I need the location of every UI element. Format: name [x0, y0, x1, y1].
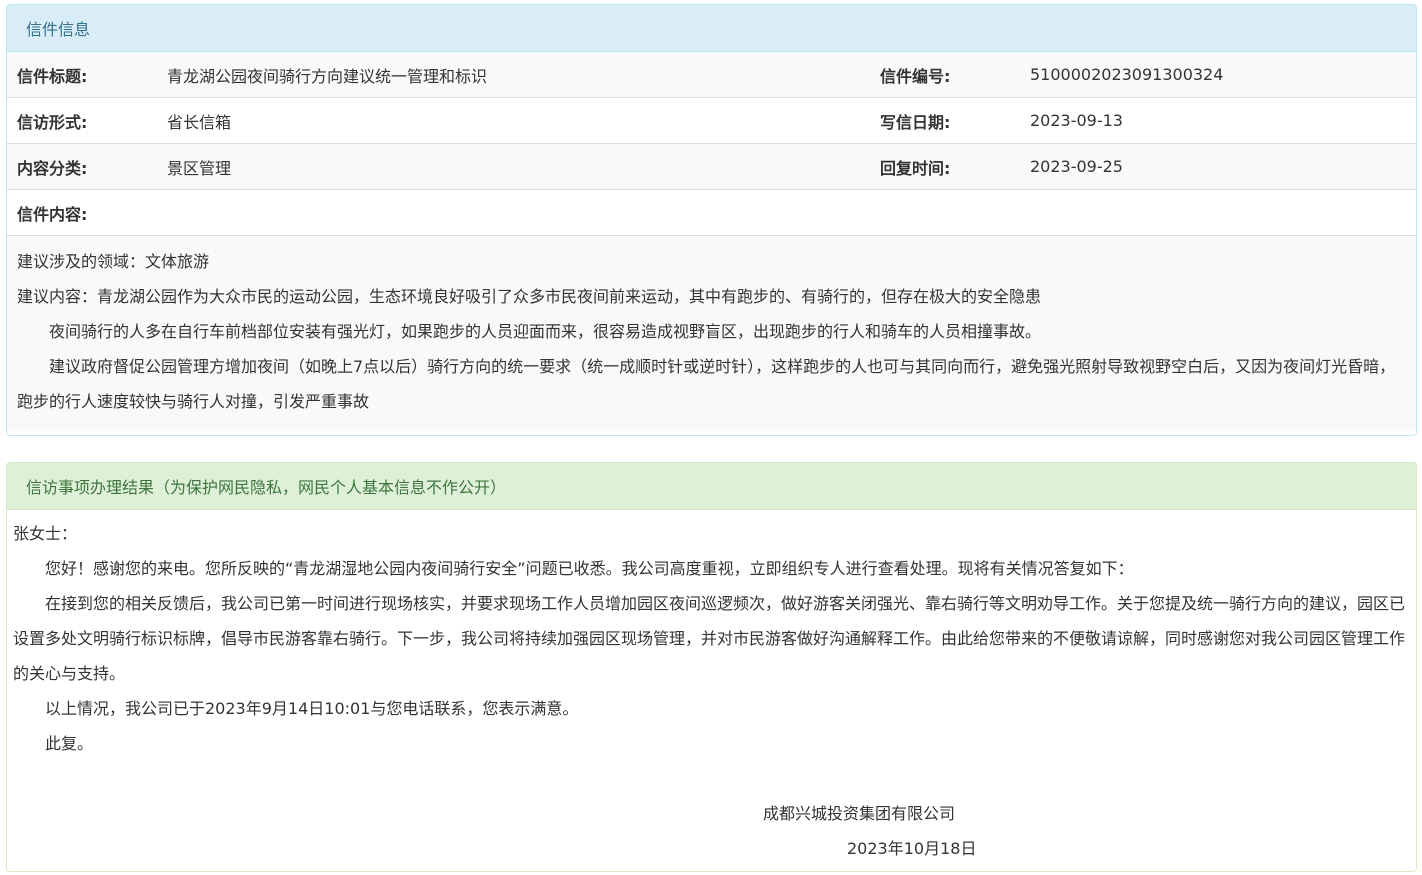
- reply-greeting: 张女士：: [13, 524, 78, 543]
- letter-number-value: 5100002023091300324: [1030, 65, 1224, 84]
- reply-paragraph: 在接到您的相关反馈后，我公司已第一时间进行现场核实，并要求现场工作人员增加园区夜…: [13, 594, 1406, 683]
- letter-info-heading: 信件信息: [7, 5, 1416, 52]
- letter-number-label: 信件编号:: [880, 66, 951, 86]
- reply-paragraph: 您好！感谢您的来电。您所反映的“青龙湖湿地公园内夜间骑行安全”问题已收悉。我公司…: [45, 559, 1134, 578]
- letter-form-row: 信访形式: 省长信箱 写信日期: 2023-09-13: [7, 98, 1416, 144]
- letter-form-label: 信访形式:: [17, 112, 88, 132]
- letter-title-value: 青龙湖公园夜间骑行方向建议统一管理和标识: [167, 66, 488, 86]
- letter-content-label: 信件内容:: [17, 204, 88, 224]
- result-panel: 信访事项办理结果（为保护网民隐私，网民个人基本信息不作公开） 张女士： 您好！感…: [6, 462, 1417, 872]
- content-paragraph: 夜间骑行的人多在自行车前档部位安装有强光灯，如果跑步的人员迎面而来，很容易造成视…: [49, 322, 1042, 341]
- category-label: 内容分类:: [17, 158, 88, 178]
- reply-time-label: 回复时间:: [880, 158, 951, 178]
- reply-time-value: 2023-09-25: [1030, 157, 1123, 176]
- result-body: 张女士： 您好！感谢您的来电。您所反映的“青龙湖湿地公园内夜间骑行安全”问题已收…: [7, 510, 1416, 866]
- content-label-row: 信件内容:: [7, 190, 1416, 236]
- category-row: 内容分类: 景区管理 回复时间: 2023-09-25: [7, 144, 1416, 190]
- letter-title-label: 信件标题:: [17, 66, 88, 86]
- write-date-label: 写信日期:: [880, 112, 951, 132]
- signature-date: 2023年10月18日: [847, 839, 977, 858]
- letter-info-panel: 信件信息 信件标题: 青龙湖公园夜间骑行方向建议统一管理和标识 信件编号: 51…: [6, 4, 1417, 436]
- content-paragraph: 建议政府督促公园管理方增加夜间（如晚上7点以后）骑行方向的统一要求（统一成顺时针…: [17, 357, 1396, 411]
- content-paragraph: 建议涉及的领域：文体旅游: [17, 252, 210, 271]
- letter-content-body: 建议涉及的领域：文体旅游 建议内容：青龙湖公园作为大众市民的运动公园，生态环境良…: [7, 236, 1416, 431]
- letter-title-row: 信件标题: 青龙湖公园夜间骑行方向建议统一管理和标识 信件编号: 5100002…: [7, 52, 1416, 98]
- letter-form-value: 省长信箱: [167, 112, 232, 132]
- signature-company: 成都兴城投资集团有限公司: [763, 804, 956, 823]
- reply-paragraph: 以上情况，我公司已于2023年9月14日10:01与您电话联系，您表示满意。: [45, 699, 579, 718]
- content-paragraph: 建议内容：青龙湖公园作为大众市民的运动公园，生态环境良好吸引了众多市民夜间前来运…: [17, 287, 1042, 306]
- category-value: 景区管理: [167, 158, 232, 178]
- reply-signature: 成都兴城投资集团有限公司 2023年10月18日: [13, 796, 1410, 866]
- write-date-value: 2023-09-13: [1030, 111, 1123, 130]
- reply-paragraph: 此复。: [45, 734, 94, 753]
- result-heading: 信访事项办理结果（为保护网民隐私，网民个人基本信息不作公开）: [7, 463, 1416, 510]
